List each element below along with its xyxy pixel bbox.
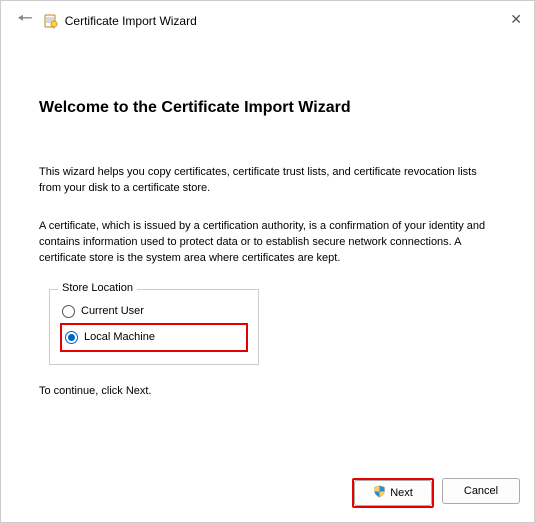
radio-label: Local Machine [84, 331, 155, 343]
certificate-wizard-icon [43, 13, 59, 29]
intro-paragraph-1: This wizard helps you copy certificates,… [39, 165, 496, 197]
next-button-label: Next [390, 487, 413, 499]
continue-text: To continue, click Next. [39, 385, 496, 397]
store-location-group: Store Location Current User Local Machin… [49, 289, 259, 365]
cancel-button-label: Cancel [464, 485, 498, 497]
content-area: Welcome to the Certificate Import Wizard… [1, 41, 534, 397]
uac-shield-icon [373, 485, 386, 501]
intro-paragraph-2: A certificate, which is issued by a cert… [39, 219, 496, 267]
radio-icon [65, 331, 78, 344]
close-button[interactable]: ✕ [510, 11, 522, 28]
radio-local-machine[interactable]: Local Machine [63, 328, 245, 347]
page-heading: Welcome to the Certificate Import Wizard [39, 99, 496, 117]
back-arrow-icon[interactable]: 🠔 [17, 6, 33, 36]
footer-buttons: Next Cancel [352, 478, 520, 508]
next-button[interactable]: Next [354, 480, 432, 506]
radio-icon [62, 305, 75, 318]
cancel-button[interactable]: Cancel [442, 478, 520, 504]
titlebar: ✕ 🠔 Certificate Import Wizard [1, 1, 534, 41]
radio-current-user[interactable]: Current User [60, 302, 248, 321]
highlight-local-machine: Local Machine [60, 323, 248, 352]
radio-label: Current User [81, 305, 144, 317]
store-location-legend: Store Location [58, 282, 137, 294]
wizard-title: Certificate Import Wizard [65, 14, 197, 28]
highlight-next-button: Next [352, 478, 434, 508]
